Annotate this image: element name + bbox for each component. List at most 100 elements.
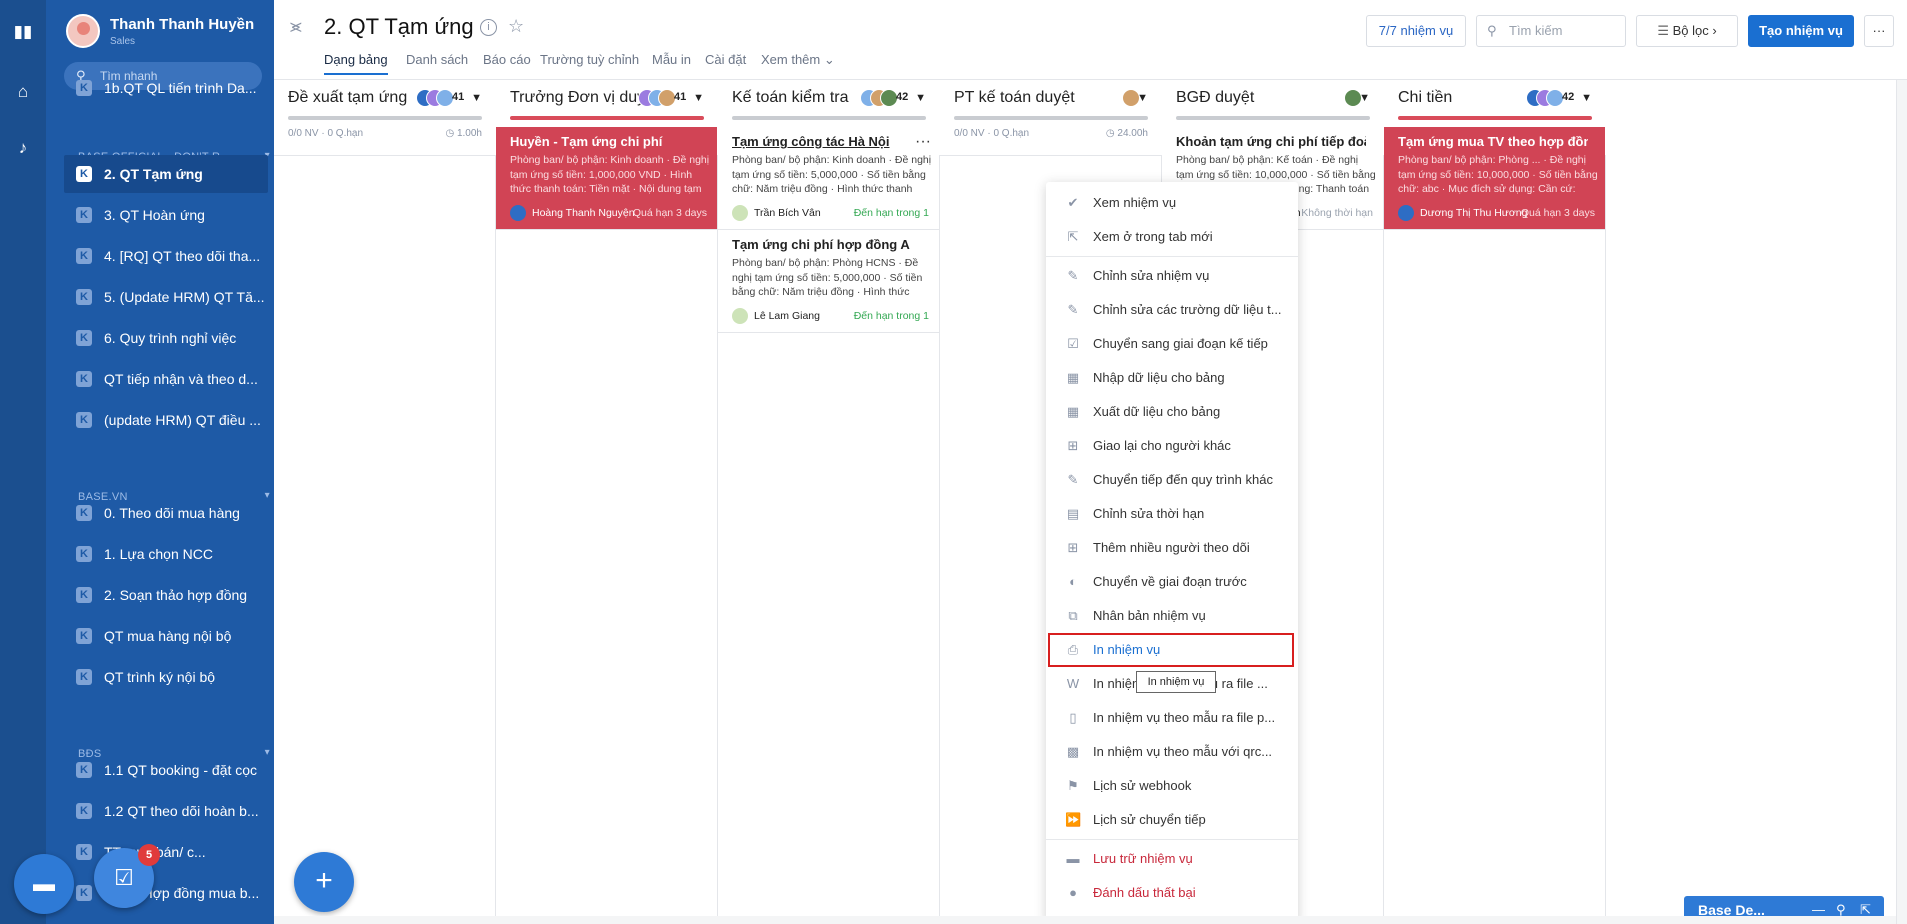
card-title[interactable]: Tạm ứng công tác Hà Nội [732, 134, 922, 149]
menu-item-label: Chuyển tiếp đến quy trình khác [1093, 472, 1273, 487]
sidebar-item[interactable]: K 1.2 QT theo dõi hoàn b... [64, 792, 268, 830]
more-dots-icon[interactable]: ··· [915, 133, 931, 151]
tab-list[interactable]: Danh sách [406, 52, 468, 67]
home-icon[interactable]: ⌂ [13, 82, 33, 102]
plus-icon: + [315, 864, 333, 897]
horizontal-scrollbar[interactable] [274, 916, 1896, 924]
create-task-button[interactable]: Tạo nhiệm vụ [1748, 15, 1854, 47]
card-title[interactable]: Tạm ứng mua TV theo hợp đồng [1398, 134, 1588, 149]
menu-item-icon: ⏩ [1065, 812, 1082, 827]
sidebar-item[interactable]: K 1. Lựa chọn NCC [64, 535, 268, 573]
menu-item-icon: ✎ [1067, 472, 1079, 487]
process-icon: K [76, 412, 92, 428]
add-button[interactable]: + [294, 852, 354, 912]
column-title: BGĐ duyệt [1176, 89, 1255, 106]
sidebar-item[interactable]: K QT trình ký nội bộ [64, 658, 268, 696]
tab-board[interactable]: Dạng bảng [324, 52, 388, 75]
menu-item[interactable]: ✎ Chỉnh sửa nhiệm vụ [1046, 259, 1298, 293]
chevron-down-icon[interactable]: ▼ [915, 92, 926, 104]
chevron-down-icon[interactable]: ▼ [1581, 92, 1592, 104]
chevron-down-icon[interactable]: ▼ [1359, 92, 1370, 104]
menu-item[interactable]: ▬ Lưu trữ nhiệm vụ [1046, 842, 1298, 876]
process-icon: K [76, 885, 92, 901]
vertical-scrollbar[interactable] [1896, 80, 1907, 924]
menu-item-label: Thêm nhiều người theo dõi [1093, 540, 1250, 555]
menu-item[interactable]: ⇱ Xem ở trong tab mới [1046, 220, 1298, 254]
base-logo-icon[interactable]: ▮▮ [13, 22, 33, 42]
sidebar-item[interactable]: K 3. QT Hoàn ứng [64, 196, 268, 234]
task-card[interactable]: Tạm ứng mua TV theo hợp đồng Phòng ban/ b… [1384, 127, 1605, 230]
tasks-button[interactable]: ☑ 5 [94, 844, 160, 908]
menu-item[interactable]: ▩ In nhiệm vụ theo mẫu với qrc... [1046, 735, 1298, 769]
column-header[interactable]: PT kế toán duyệt ▼ 0/0 NV · 0 Q.hạn ◷ 24.00… [940, 80, 1162, 156]
tab-custom-fields[interactable]: Trường tuỳ chỉnh [540, 52, 639, 67]
menu-item-icon: ▯ [1069, 710, 1077, 725]
sidebar-item[interactable]: K 1b.QT QL tiến trình Da... [64, 69, 268, 107]
sidebar-item[interactable]: K 2. QT Tạm ứng [64, 155, 268, 193]
menu-item[interactable]: ▦ Nhập dữ liệu cho bảng [1046, 361, 1298, 395]
tab-more[interactable]: Xem thêm ⌄ [761, 52, 835, 68]
task-count-button[interactable]: 7/7 nhiệm vụ [1366, 15, 1466, 47]
menu-item[interactable]: ● Đánh dấu thất bại [1046, 876, 1298, 910]
menu-item[interactable]: ⧉ Nhân bản nhiệm vụ [1046, 599, 1298, 633]
more-options-button[interactable]: ··· [1864, 15, 1894, 47]
member-count: 42 [896, 91, 909, 103]
sidebar-item[interactable]: KTT mua bán/ c... [64, 833, 268, 871]
menu-item[interactable]: ▯ In nhiệm vụ theo mẫu ra file p... [1046, 701, 1298, 735]
sidebar-item[interactable]: K 0. Theo dõi mua hàng [64, 494, 268, 532]
tab-settings[interactable]: Cài đặt [705, 52, 746, 67]
process-icon: K [76, 248, 92, 264]
star-icon[interactable]: ☆ [508, 16, 524, 37]
sidebar: Thanh Thanh Huyền Sales ⚲ Tìm nhanh BASE… [46, 0, 274, 924]
sidebar-item[interactable]: K QT mua hàng nội bộ [64, 617, 268, 655]
filter-button[interactable]: ☰ Bộ lọc › [1636, 15, 1738, 47]
column-members[interactable]: 42 [1526, 89, 1588, 109]
card-title[interactable]: Tạm ứng chi phí hợp đồng A [732, 237, 922, 252]
process-icon: K [76, 330, 92, 346]
menu-item[interactable]: ▤ Chỉnh sửa thời hạn [1046, 497, 1298, 531]
tab-print-template[interactable]: Mẫu in [652, 52, 691, 67]
column-members[interactable]: 41 [416, 89, 478, 109]
card-due: Đến hạn trong 1 [853, 207, 929, 219]
card-title[interactable]: Huyền - Tạm ứng chi phí [510, 134, 700, 149]
task-card[interactable]: Tạm ứng công tác Hà Nội Phòng ban/ bộ phậ… [718, 127, 939, 230]
menu-item[interactable]: ⏩ Lịch sử chuyển tiếp [1046, 803, 1298, 837]
menu-item[interactable]: ⎙ In nhiệm vụ [1048, 633, 1294, 667]
tab-report[interactable]: Báo cáo [483, 52, 531, 67]
column-members[interactable]: 42 [860, 89, 922, 109]
sidebar-item[interactable]: K QT tiếp nhận và theo d... [64, 360, 268, 398]
menu-item[interactable]: ⊞ Thêm nhiều người theo dõi [1046, 531, 1298, 565]
sidebar-item[interactable]: K 2. Soạn thảo hợp đồng [64, 576, 268, 614]
column-members[interactable]: 41 [638, 89, 700, 109]
menu-item[interactable]: ⊞ Giao lại cho người khác [1046, 429, 1298, 463]
card-assignee: Trần Bích Vân [732, 205, 821, 221]
card-due: Không thời hạn [1301, 207, 1373, 219]
menu-item[interactable]: ▦ Xuất dữ liệu cho bảng [1046, 395, 1298, 429]
menu-item[interactable]: ✔ Xem nhiệm vụ [1046, 186, 1298, 220]
process-icon: ⪤ [290, 16, 302, 36]
sidebar-item[interactable]: K 1.1 QT booking - đặt cọc [64, 751, 268, 789]
menu-item[interactable]: ✎ Chỉnh sửa các trường dữ liệu t... [1046, 293, 1298, 327]
chat-button[interactable]: ▬ [14, 854, 74, 914]
card-title[interactable]: Khoản tạm ứng chi phí tiếp đoàn [1176, 134, 1366, 149]
process-icon: K [76, 587, 92, 603]
menu-item-icon: ▬ [1066, 851, 1080, 866]
chevron-down-icon[interactable]: ▼ [471, 92, 482, 104]
sidebar-item[interactable]: K 5. (Update HRM) QT Tă... [64, 278, 268, 316]
sidebar-item-label: 0. Theo dõi mua hàng [104, 505, 240, 521]
menu-item[interactable]: ⚑ Lịch sử webhook [1046, 769, 1298, 803]
info-icon[interactable]: i [480, 19, 497, 36]
search-input[interactable]: ⚲ Tìm kiếm [1476, 15, 1626, 47]
task-card[interactable]: Tạm ứng chi phí hợp đồng A Phòng ban/ bộ … [718, 230, 939, 333]
column-header[interactable]: Đề xuất tạm ứng 41 ▼ 0/0 NV · 0 Q.hạn ◷ 1.00… [274, 80, 496, 156]
chevron-down-icon[interactable]: ▼ [693, 92, 704, 104]
sidebar-item[interactable]: K 6. Quy trình nghỉ việc [64, 319, 268, 357]
menu-item[interactable]: ✎ Chuyển tiếp đến quy trình khác [1046, 463, 1298, 497]
bell-icon[interactable]: ♪ [13, 138, 33, 158]
menu-item[interactable]: ☑ Chuyển sang giai đoạn kế tiếp [1046, 327, 1298, 361]
chevron-down-icon[interactable]: ▼ [1137, 92, 1148, 104]
menu-item[interactable]: ◐ Chuyển về giai đoạn trước [1046, 565, 1298, 599]
sidebar-item[interactable]: K 4. [RQ] QT theo dõi tha... [64, 237, 268, 275]
task-card[interactable]: Huyền - Tạm ứng chi phí Phòng ban/ bộ phậ… [496, 127, 717, 230]
sidebar-item[interactable]: K (update HRM) QT điều ... [64, 401, 268, 439]
